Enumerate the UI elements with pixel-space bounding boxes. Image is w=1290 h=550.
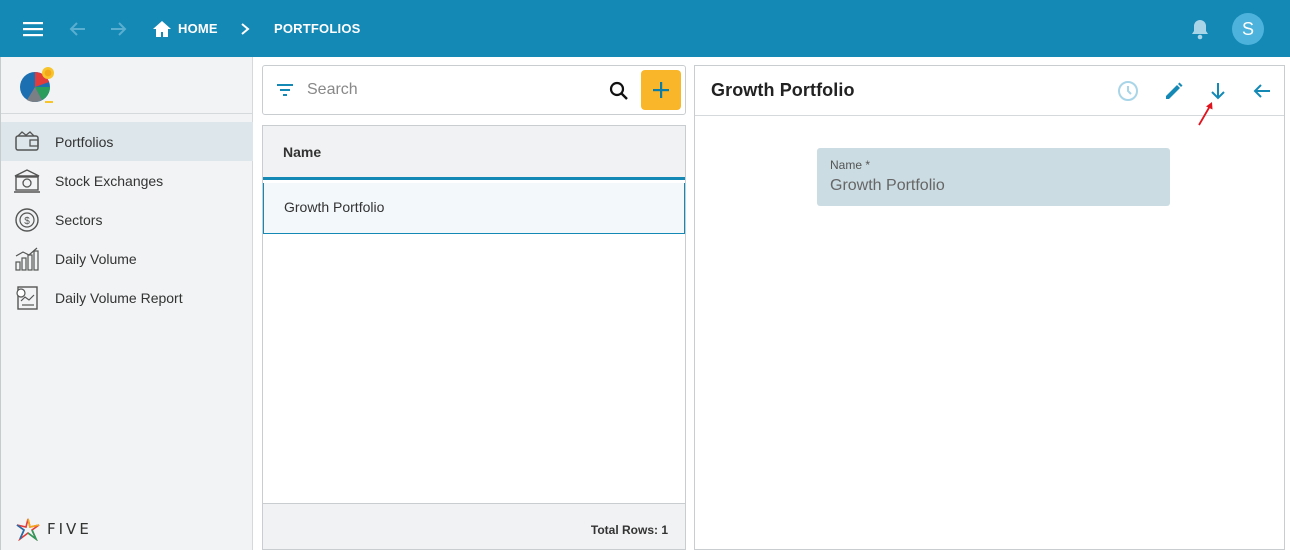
sidebar: Portfolios Stock Exchanges $ Sectors Dai… — [0, 57, 253, 550]
list-panel: Name Growth Portfolio Total Rows: 1 — [262, 125, 686, 550]
five-brand-logo: FIVE — [15, 517, 92, 541]
avatar[interactable]: S — [1232, 13, 1264, 45]
bank-icon — [14, 169, 40, 193]
search-input[interactable]: Search — [262, 65, 686, 115]
arrow-left-icon[interactable] — [1249, 78, 1275, 104]
five-logo-icon — [16, 518, 40, 541]
detail-title: Growth Portfolio — [711, 80, 855, 100]
brand-name: FIVE — [47, 520, 92, 538]
annotation-arrow-icon — [1198, 102, 1213, 126]
list-item-name: Growth Portfolio — [284, 199, 385, 215]
top-app-bar: HOME PORTFOLIOS S — [0, 0, 1290, 57]
bar-chart-icon — [15, 247, 39, 271]
home-icon — [153, 20, 171, 37]
sidebar-item-sectors[interactable]: $ Sectors — [1, 200, 253, 239]
sidebar-item-label: Daily Volume Report — [55, 289, 183, 306]
breadcrumb-portfolios[interactable]: PORTFOLIOS — [274, 0, 361, 57]
chevron-right-icon — [232, 16, 258, 42]
name-field-label: Name * — [830, 158, 871, 172]
filter-icon[interactable] — [276, 83, 294, 97]
report-icon — [16, 286, 38, 310]
history-icon[interactable] — [1115, 78, 1141, 104]
detail-panel: Growth Portfolio Name * Growth Portfolio — [694, 65, 1285, 550]
add-button[interactable] — [641, 70, 681, 110]
breadcrumb-home-label: HOME — [178, 21, 218, 36]
plus-icon — [653, 82, 669, 98]
sidebar-item-label: Daily Volume — [55, 250, 137, 267]
sidebar-item-label: Sectors — [55, 211, 103, 228]
list-column-header[interactable]: Name — [263, 126, 685, 180]
search-placeholder: Search — [307, 81, 358, 98]
app-logo-area — [1, 57, 252, 114]
sidebar-item-daily-volume[interactable]: Daily Volume — [1, 239, 253, 278]
dollar-circle-icon: $ — [15, 208, 39, 232]
bell-icon[interactable] — [1187, 16, 1213, 42]
breadcrumb-home[interactable]: HOME — [152, 0, 218, 57]
menu-icon[interactable] — [20, 16, 46, 42]
sidebar-item-label: Stock Exchanges — [55, 172, 164, 189]
edit-pencil-icon[interactable] — [1161, 78, 1187, 104]
list-item[interactable]: Growth Portfolio — [263, 183, 685, 234]
name-field-value: Growth Portfolio — [830, 177, 945, 194]
list-footer: Total Rows: 1 — [263, 503, 685, 549]
wallet-icon — [15, 131, 39, 151]
back-arrow-icon[interactable] — [65, 16, 91, 42]
sidebar-item-daily-volume-report[interactable]: Daily Volume Report — [1, 278, 253, 317]
app-logo-icon — [20, 67, 54, 103]
search-icon[interactable] — [609, 81, 629, 101]
column-header-name: Name — [283, 144, 322, 160]
sidebar-item-label: Portfolios — [55, 133, 114, 150]
name-field[interactable]: Name * Growth Portfolio — [817, 148, 1170, 206]
sidebar-item-stock-exchanges[interactable]: Stock Exchanges — [1, 161, 253, 200]
forward-arrow-icon[interactable] — [105, 16, 131, 42]
total-rows: Total Rows: 1 — [590, 523, 668, 537]
svg-text:$: $ — [24, 216, 30, 227]
sidebar-item-portfolios[interactable]: Portfolios — [1, 122, 253, 161]
